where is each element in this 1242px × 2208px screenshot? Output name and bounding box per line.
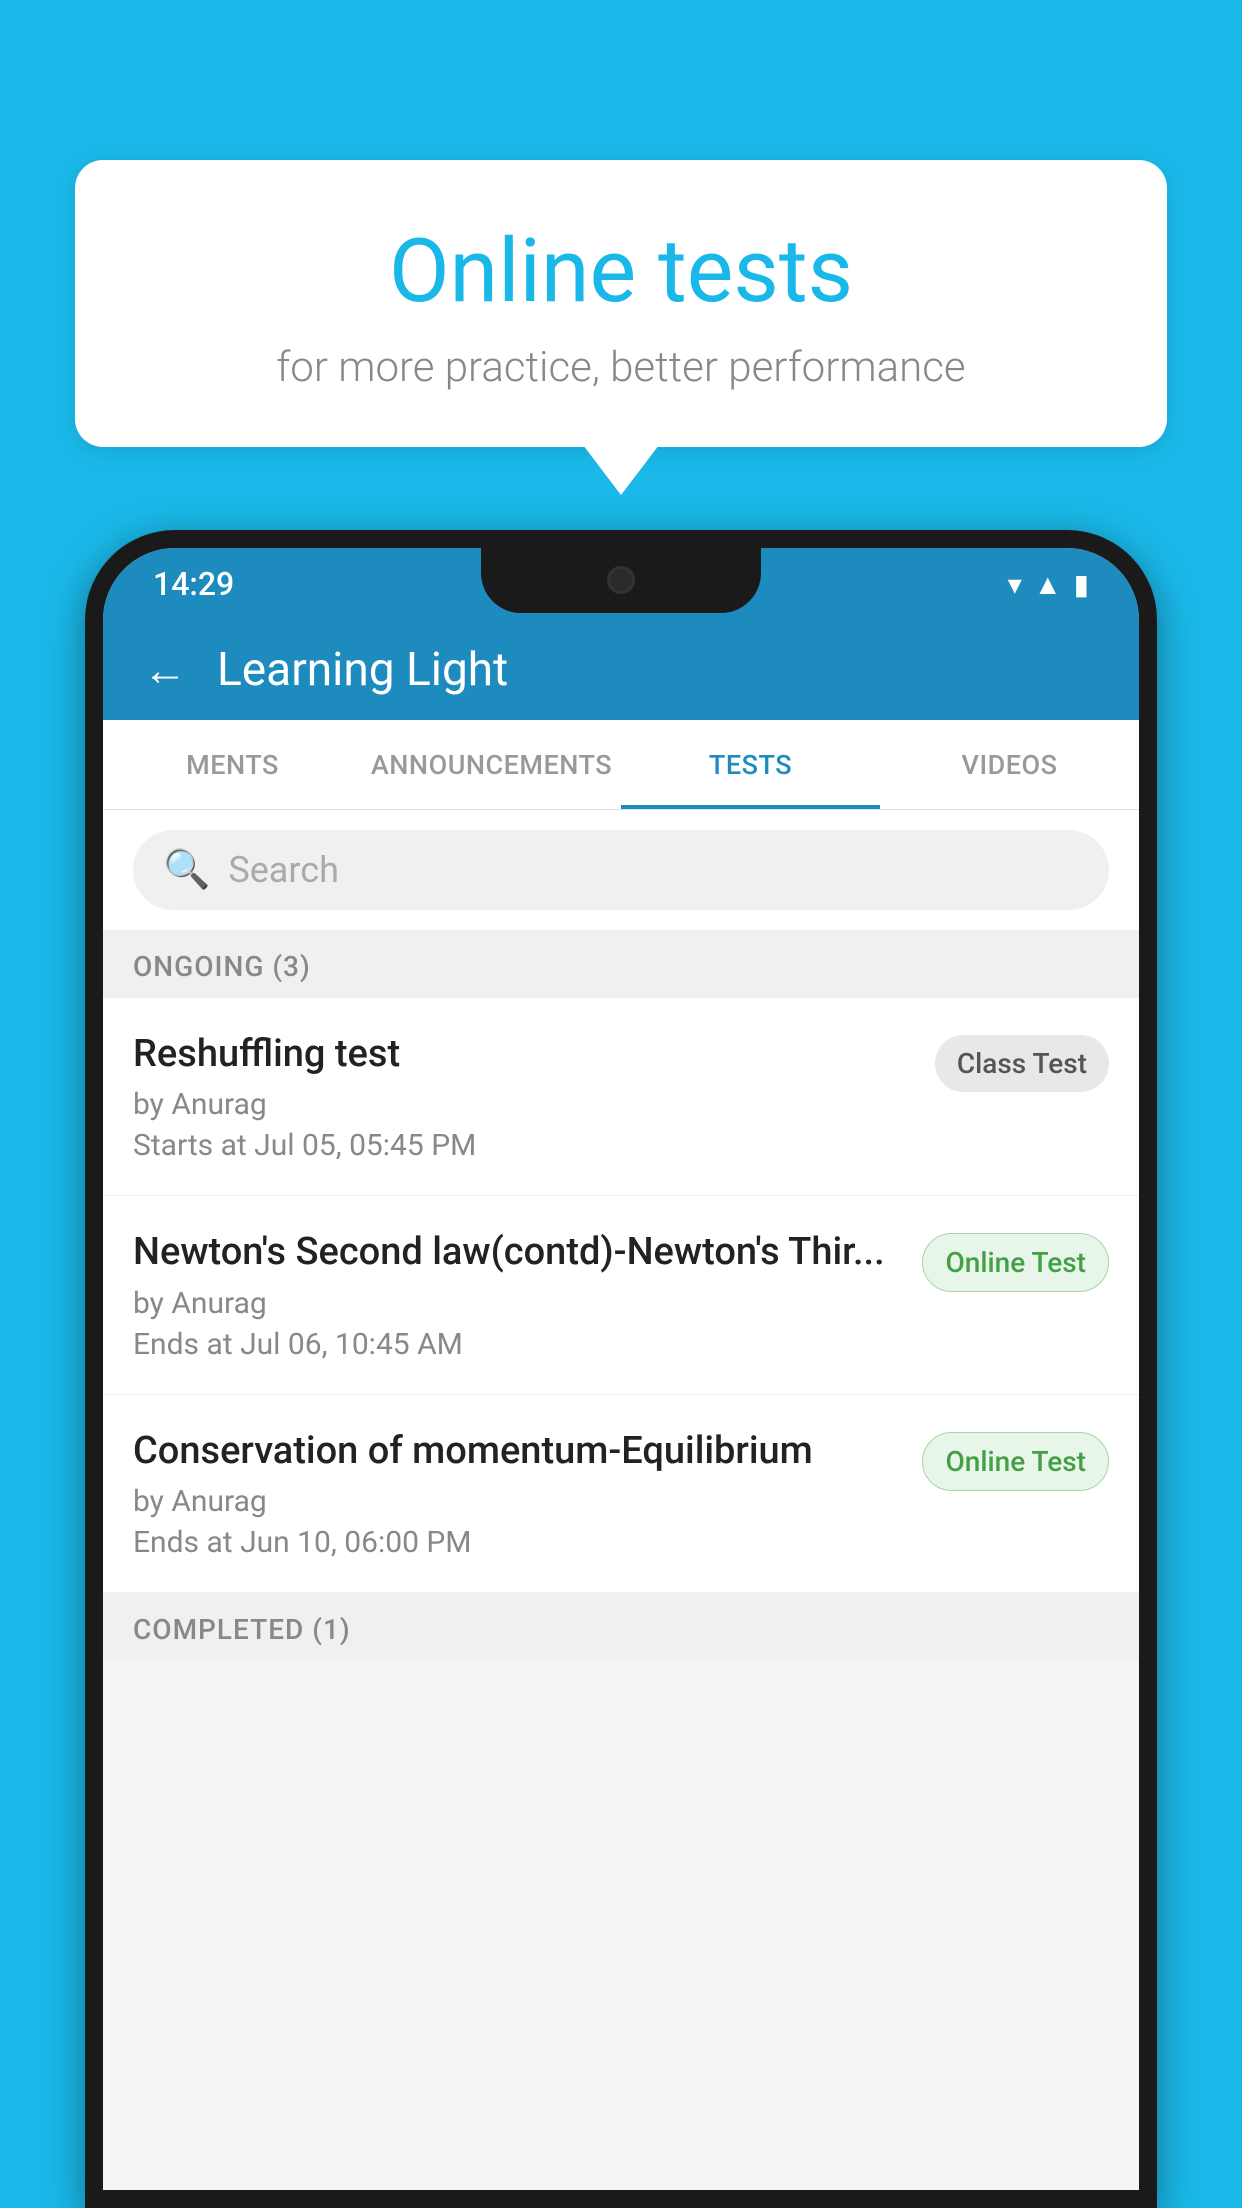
- test-item-newtons[interactable]: Newton's Second law(contd)-Newton's Thir…: [103, 1196, 1139, 1394]
- test-author-1: by Anurag: [133, 1087, 915, 1122]
- test-date-3: Ends at Jun 10, 06:00 PM: [133, 1525, 902, 1560]
- test-item-content-2: Newton's Second law(contd)-Newton's Thir…: [133, 1228, 902, 1361]
- search-input[interactable]: 🔍 Search: [133, 830, 1109, 910]
- completed-section-header: COMPLETED (1): [103, 1593, 1139, 1661]
- test-title-2: Newton's Second law(contd)-Newton's Thir…: [133, 1228, 902, 1277]
- battery-icon: ▮: [1074, 568, 1089, 601]
- promo-title: Online tests: [125, 220, 1117, 323]
- search-icon: 🔍: [163, 848, 210, 892]
- tab-announcements[interactable]: ANNOUNCEMENTS: [362, 720, 621, 809]
- test-item-conservation[interactable]: Conservation of momentum-Equilibrium by …: [103, 1395, 1139, 1593]
- test-date-1: Starts at Jul 05, 05:45 PM: [133, 1128, 915, 1163]
- back-button[interactable]: ←: [143, 644, 187, 696]
- test-item-reshuffling[interactable]: Reshuffling test by Anurag Starts at Jul…: [103, 998, 1139, 1196]
- camera-notch: [607, 566, 635, 594]
- signal-icon: ▲: [1034, 568, 1062, 601]
- test-item-content-3: Conservation of momentum-Equilibrium by …: [133, 1427, 902, 1560]
- phone-mockup: 14:29 ▾ ▲ ▮ ← Learning Light MENTS ANNOU…: [85, 530, 1157, 2208]
- tab-ments[interactable]: MENTS: [103, 720, 362, 809]
- badge-online-test-2: Online Test: [922, 1233, 1109, 1292]
- content-area: ONGOING (3) Reshuffling test by Anurag S…: [103, 930, 1139, 2190]
- tab-videos[interactable]: VIDEOS: [880, 720, 1139, 809]
- promo-card: Online tests for more practice, better p…: [75, 160, 1167, 447]
- test-date-2: Ends at Jul 06, 10:45 AM: [133, 1327, 902, 1362]
- badge-online-test-3: Online Test: [922, 1432, 1109, 1491]
- tab-bar: MENTS ANNOUNCEMENTS TESTS VIDEOS: [103, 720, 1139, 810]
- ongoing-label: ONGOING (3): [133, 950, 311, 983]
- promo-subtitle: for more practice, better performance: [125, 343, 1117, 392]
- test-title-3: Conservation of momentum-Equilibrium: [133, 1427, 902, 1476]
- completed-label: COMPLETED (1): [133, 1613, 351, 1646]
- status-icons: ▾ ▲ ▮: [1008, 568, 1089, 601]
- search-placeholder: Search: [228, 849, 339, 891]
- badge-class-test-1: Class Test: [935, 1035, 1109, 1092]
- test-author-3: by Anurag: [133, 1484, 902, 1519]
- app-title: Learning Light: [217, 643, 508, 697]
- phone-notch: [481, 548, 761, 613]
- test-title-1: Reshuffling test: [133, 1030, 915, 1079]
- wifi-icon: ▾: [1008, 568, 1022, 601]
- status-time: 14:29: [153, 565, 234, 603]
- search-bar-container: 🔍 Search: [103, 810, 1139, 930]
- test-item-content-1: Reshuffling test by Anurag Starts at Jul…: [133, 1030, 915, 1163]
- ongoing-section-header: ONGOING (3): [103, 930, 1139, 998]
- test-author-2: by Anurag: [133, 1286, 902, 1321]
- app-header: ← Learning Light: [103, 620, 1139, 720]
- phone-frame: 14:29 ▾ ▲ ▮ ← Learning Light MENTS ANNOU…: [85, 530, 1157, 2208]
- tab-tests[interactable]: TESTS: [621, 720, 880, 809]
- phone-screen: 14:29 ▾ ▲ ▮ ← Learning Light MENTS ANNOU…: [103, 548, 1139, 2190]
